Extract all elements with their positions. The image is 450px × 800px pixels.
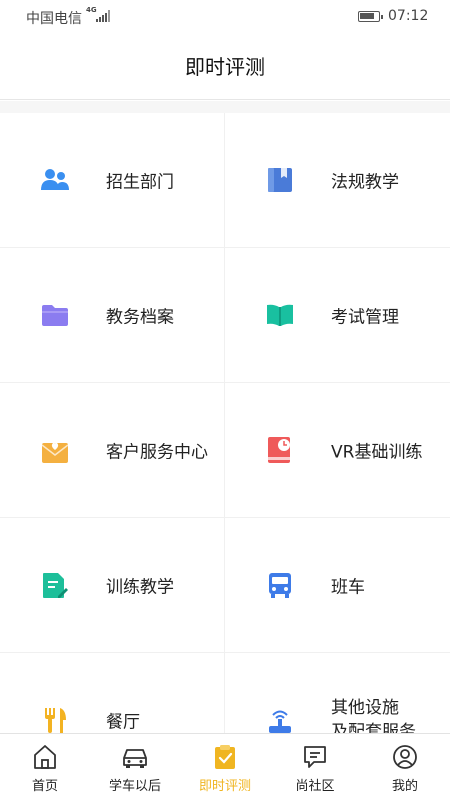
feature-grid: 招生部门 法规教学 教务档案 考试管理 客户服务中心 VR基础训练 训练教学 班…	[0, 113, 450, 733]
page-title: 即时评测	[185, 55, 265, 79]
grid-item-other-facilities[interactable]: 其他设施 及配套服务	[225, 653, 450, 733]
section-gap	[0, 101, 450, 113]
grid-item-vr-training[interactable]: VR基础训练	[225, 383, 450, 518]
carrier-name: 中国电信	[26, 11, 82, 27]
chat-icon	[304, 746, 326, 768]
grid-item-records[interactable]: 教务档案	[0, 248, 225, 383]
tab-label: 我的	[391, 779, 418, 794]
book-icon	[268, 168, 292, 192]
grid-item-label: VR基础训练	[331, 442, 423, 463]
vr-book-icon	[268, 437, 290, 463]
edit-doc-icon	[43, 573, 68, 598]
tab-home[interactable]: 首页	[0, 734, 90, 800]
grid-item-label: 法规教学	[331, 172, 399, 193]
tab-label: 学车以后	[108, 779, 161, 794]
open-book-icon	[267, 304, 293, 326]
grid-item-customer-service[interactable]: 客户服务中心	[0, 383, 225, 518]
page-header: 即时评测	[0, 34, 450, 100]
people-icon	[41, 169, 69, 190]
tab-label: 即时评测	[198, 779, 251, 794]
home-icon	[34, 745, 56, 769]
grid-item-restaurant[interactable]: 餐厅	[0, 653, 225, 733]
tab-after-learning[interactable]: 学车以后	[90, 734, 180, 800]
antenna-icon	[269, 710, 291, 733]
user-icon	[393, 745, 417, 769]
grid-item-admissions[interactable]: 招生部门	[0, 113, 225, 248]
clipboard-check-icon	[215, 745, 235, 769]
tab-community[interactable]: 尚社区	[270, 734, 360, 800]
grid-item-label: 训练教学	[106, 577, 174, 598]
fork-knife-icon	[45, 708, 66, 733]
battery-icon	[358, 11, 383, 22]
grid-item-label: 班车	[331, 577, 365, 598]
signal-icon	[96, 10, 110, 22]
grid-item-label: 教务档案	[106, 307, 174, 328]
status-bar: 中国电信 4G 07:12	[0, 0, 450, 34]
grid-item-label: 餐厅	[106, 712, 140, 733]
folder-icon	[42, 305, 68, 326]
grid-item-training-teaching[interactable]: 训练教学	[0, 518, 225, 653]
grid-item-regulations[interactable]: 法规教学	[225, 113, 450, 248]
bottom-tab-bar: 首页 学车以后 即时评测 尚社区 我的	[0, 733, 450, 800]
label-line-2: 及配套服务	[331, 722, 416, 733]
tab-instant-evaluation[interactable]: 即时评测	[180, 734, 270, 800]
grid-item-label: 客户服务中心	[106, 442, 208, 463]
grid-item-label: 考试管理	[331, 307, 399, 328]
label-line-1: 其他设施	[331, 698, 399, 718]
grid-item-exam[interactable]: 考试管理	[225, 248, 450, 383]
tab-mine[interactable]: 我的	[360, 734, 450, 800]
status-time: 07:12	[388, 8, 429, 24]
car-icon	[123, 749, 147, 768]
grid-item-label: 其他设施 及配套服务	[331, 696, 416, 733]
grid-item-shuttle-bus[interactable]: 班车	[225, 518, 450, 653]
service-box-icon	[41, 442, 69, 463]
tab-label: 尚社区	[295, 779, 335, 794]
bus-icon	[269, 573, 291, 598]
grid-item-label: 招生部门	[106, 172, 174, 193]
tab-label: 首页	[31, 779, 58, 794]
